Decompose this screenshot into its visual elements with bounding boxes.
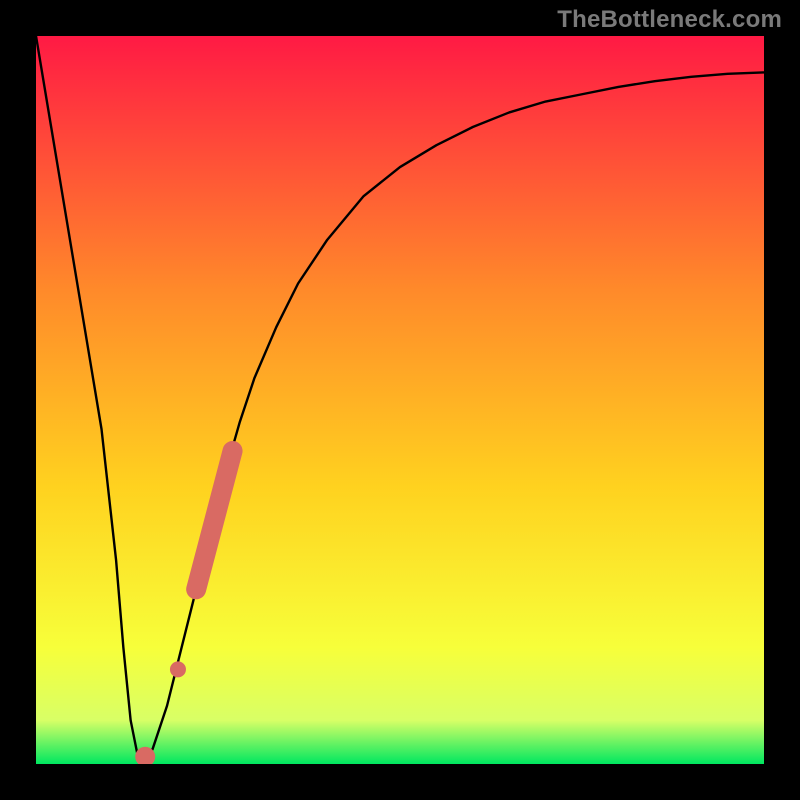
highlight-dot-lower	[170, 661, 186, 677]
bottleneck-chart	[36, 36, 764, 764]
chart-frame: TheBottleneck.com	[0, 0, 800, 800]
gradient-background	[36, 36, 764, 764]
watermark-text: TheBottleneck.com	[557, 6, 782, 34]
